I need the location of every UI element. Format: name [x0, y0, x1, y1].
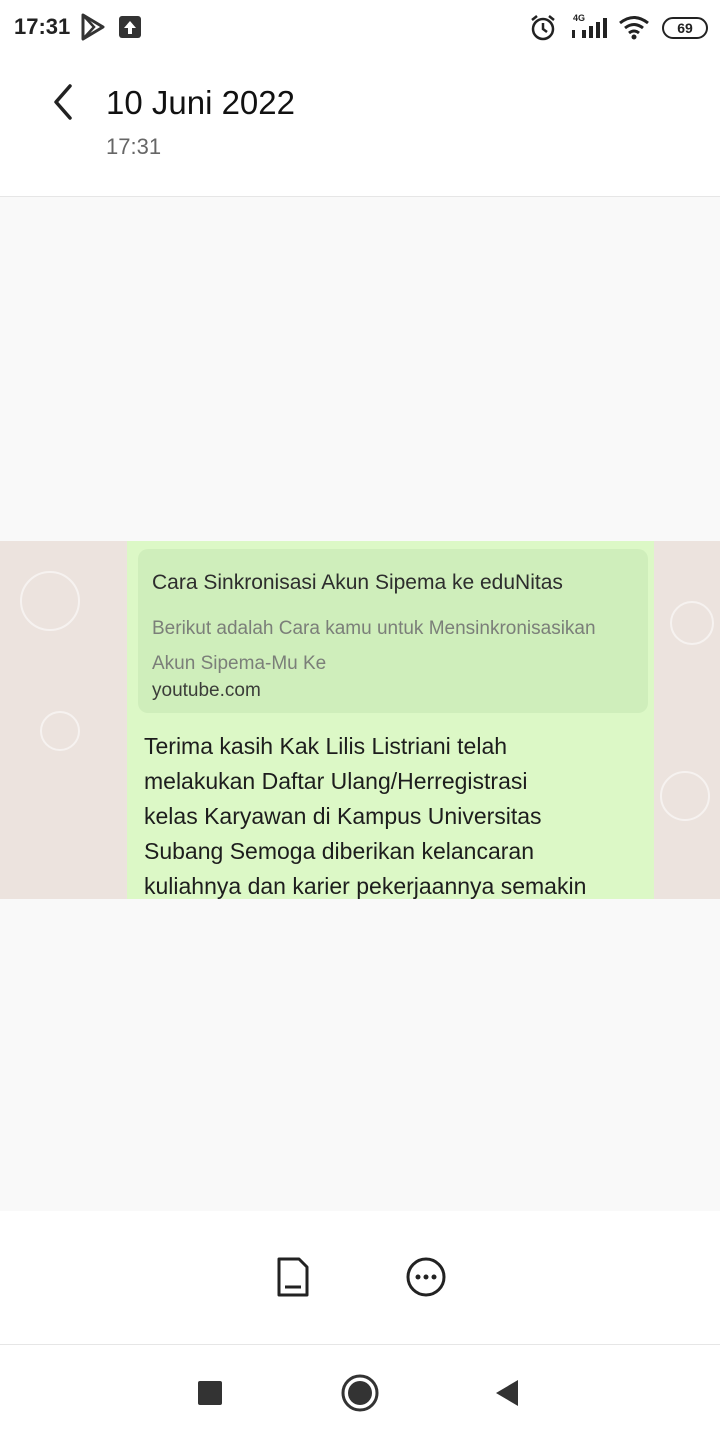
- battery-icon: 69: [662, 17, 708, 39]
- chat-message-bubble: Cara Sinkronisasi Akun Sipema ke eduNita…: [127, 541, 654, 899]
- link-preview-card: Cara Sinkronisasi Akun Sipema ke eduNita…: [138, 549, 648, 713]
- set-as-icon[interactable]: [271, 1255, 315, 1299]
- upload-icon: [118, 12, 142, 47]
- wifi-icon: [618, 14, 654, 47]
- link-preview-description: Berikut adalah Cara kamu untuk Mensinkro…: [152, 618, 596, 674]
- alarm-icon: [528, 13, 558, 48]
- back-nav-icon[interactable]: [488, 1373, 528, 1413]
- status-bar: 17:31 4G 69: [0, 0, 720, 56]
- home-icon[interactable]: [340, 1373, 380, 1413]
- wallpaper-doodle: [40, 711, 80, 751]
- wallpaper-doodle: [20, 571, 80, 631]
- screenshot-photo[interactable]: Cara Sinkronisasi Akun Sipema ke eduNita…: [0, 541, 720, 899]
- link-preview-domain: youtube.com: [152, 680, 261, 701]
- signal-icon: [568, 18, 610, 45]
- navigation-bar: [0, 1345, 720, 1440]
- back-button[interactable]: [44, 80, 84, 124]
- recents-icon[interactable]: [190, 1373, 230, 1413]
- photo-date-title: 10 Juni 2022: [106, 84, 295, 121]
- wallpaper-doodle: [660, 771, 710, 821]
- wallpaper-doodle: [670, 601, 714, 645]
- play-store-icon: [80, 12, 106, 47]
- image-viewer[interactable]: Cara Sinkronisasi Akun Sipema ke eduNita…: [0, 197, 720, 1211]
- photo-time-subtitle: 17:31: [106, 134, 162, 159]
- status-time: 17:31: [14, 14, 71, 39]
- bottom-toolbar: [0, 1211, 720, 1344]
- viewer-header: 10 Juni 2022 17:31: [0, 56, 720, 196]
- more-options-icon[interactable]: [404, 1255, 448, 1299]
- message-text: Terima kasih Kak Lilis Listriani telah m…: [144, 733, 587, 899]
- link-preview-title: Cara Sinkronisasi Akun Sipema ke eduNita…: [152, 571, 563, 594]
